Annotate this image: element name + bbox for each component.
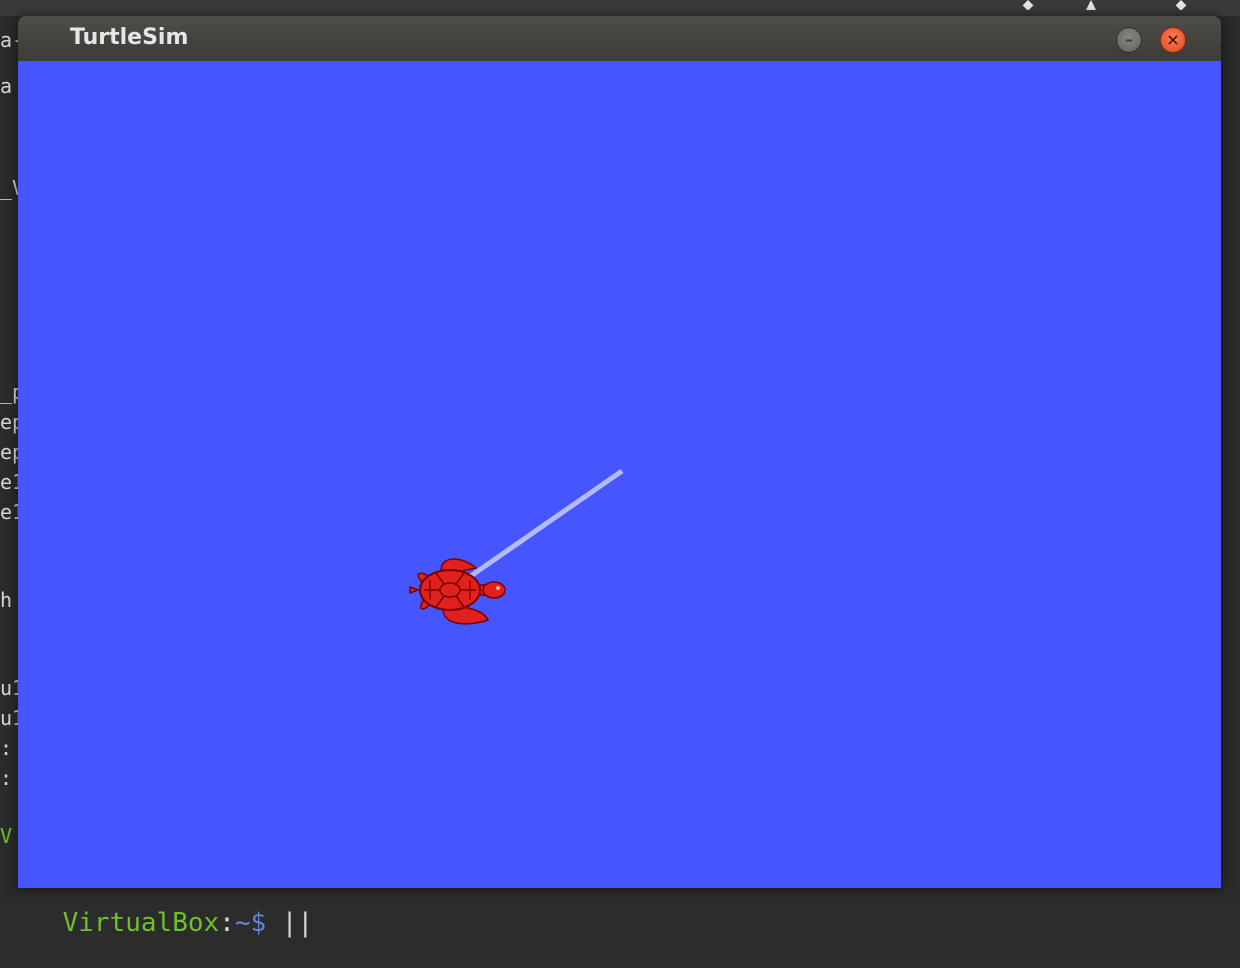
prompt-cursor: || [266, 908, 314, 938]
turtle-icon [409, 558, 506, 625]
settings-icon[interactable]: ◆ [1170, 0, 1192, 10]
terminal-line: : [0, 736, 13, 760]
pen-trail [463, 468, 624, 583]
window-title: TurtleSim [70, 25, 189, 50]
turtle-canvas [18, 61, 1221, 888]
close-button[interactable]: × [1160, 27, 1186, 53]
close-icon: × [1166, 30, 1180, 49]
minimize-button[interactable]: – [1116, 27, 1142, 53]
terminal-line: V [0, 824, 13, 848]
turtle-scene [409, 468, 624, 625]
window-titlebar[interactable]: TurtleSim – × [18, 16, 1221, 61]
terminal-prompt[interactable]: VirtualBox:~$ || [0, 878, 313, 968]
turtlesim-window: TurtleSim – × [18, 16, 1221, 888]
volume-icon[interactable]: ▲ [1080, 0, 1102, 10]
terminal-line: a [0, 74, 13, 98]
network-icon[interactable]: ◆ [1017, 0, 1039, 10]
terminal-line: h [0, 588, 13, 612]
minimize-icon: – [1125, 30, 1133, 49]
terminal-line: : [0, 766, 13, 790]
prompt-host: VirtualBox [62, 908, 220, 938]
prompt-path: ~$ [234, 908, 267, 938]
prompt-separator: : [219, 908, 235, 938]
system-top-bar: ◆ ▲ ◆ [0, 0, 1240, 16]
